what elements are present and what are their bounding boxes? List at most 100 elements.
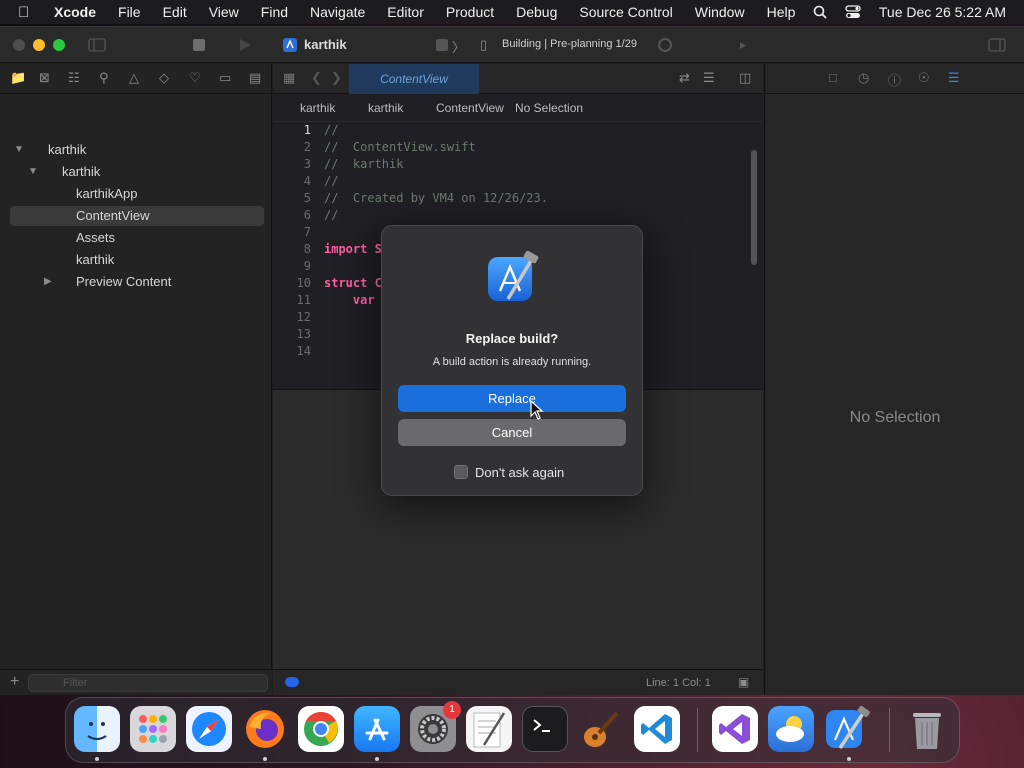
terminal-prompt-icon <box>533 719 550 732</box>
line-number: 5 <box>303 191 311 205</box>
chevron-down-icon[interactable]: ▼ <box>14 140 24 160</box>
apple-menu-icon[interactable]:  <box>18 4 36 21</box>
replace-build-dialog: Replace build? A build action is already… <box>381 225 643 496</box>
dock-textedit[interactable] <box>466 706 512 752</box>
menu-product[interactable]: Product <box>446 4 494 20</box>
breakpoint-icon[interactable]: ▭ <box>219 70 231 86</box>
dock-firefox[interactable] <box>242 706 288 752</box>
menu-app-name[interactable]: Xcode <box>54 4 96 20</box>
sidebar-toggle-icon[interactable] <box>88 38 106 52</box>
add-destination-icon[interactable]: ▸ <box>740 37 747 53</box>
jump-bar: karthik karthik ContentView No Selection <box>273 94 763 122</box>
grid-icon[interactable]: ▦ <box>283 70 295 86</box>
replace-button[interactable]: Replace <box>398 385 626 412</box>
dont-ask-again-row[interactable]: Don't ask again <box>454 464 564 480</box>
dock-safari[interactable] <box>186 706 232 752</box>
issue-icon[interactable]: △ <box>129 70 139 86</box>
forward-icon[interactable]: ❯ <box>331 70 342 86</box>
dock-chrome[interactable] <box>298 706 344 752</box>
find-icon[interactable]: ⚲ <box>99 70 109 86</box>
stop-icon[interactable] <box>193 39 205 51</box>
dock-vscode[interactable] <box>634 706 680 752</box>
scheme-icon <box>436 39 448 51</box>
dock-visual-studio[interactable] <box>712 706 758 752</box>
menu-debug[interactable]: Debug <box>516 4 557 20</box>
dock-trash[interactable] <box>904 706 950 752</box>
add-icon[interactable]: + <box>10 673 19 691</box>
line-number: 13 <box>296 327 311 341</box>
cancel-button[interactable]: Cancel <box>398 419 626 446</box>
editor-scrollbar[interactable] <box>751 150 757 265</box>
symbol-icon[interactable]: ☷ <box>68 70 80 86</box>
menu-source-control[interactable]: Source Control <box>579 4 672 20</box>
jumpbar-file[interactable]: ContentView <box>436 101 504 115</box>
test-icon[interactable]: ◇ <box>159 70 169 86</box>
file-inspector-icon[interactable]: □ <box>829 70 837 85</box>
debug-toggle-icon[interactable] <box>285 677 299 687</box>
inspector-toggle-icon[interactable] <box>988 38 1006 52</box>
line-number: 8 <box>303 242 311 256</box>
jumpbar-group[interactable]: karthik <box>368 101 403 115</box>
help-icon[interactable]: ⓘ <box>888 70 901 89</box>
tree-item-assets[interactable]: Assets <box>10 228 264 248</box>
project-name[interactable]: karthik <box>304 37 347 52</box>
control-center-icon[interactable] <box>845 5 861 19</box>
swap-icon[interactable]: ⇄ <box>679 70 690 86</box>
identity-icon[interactable]: ☉ <box>918 70 930 86</box>
dock-weather[interactable] <box>768 706 814 752</box>
dock-instruments[interactable] <box>578 706 624 752</box>
line-text: var <box>324 293 375 307</box>
line-text: // <box>324 123 339 137</box>
menu-editor[interactable]: Editor <box>387 4 424 20</box>
attributes-icon[interactable]: ☰ <box>948 70 960 86</box>
dock-app-store[interactable] <box>354 706 400 752</box>
spotlight-search-icon[interactable] <box>813 5 827 19</box>
dont-ask-again-checkbox[interactable] <box>454 465 468 479</box>
minimize-window-button[interactable] <box>33 39 45 51</box>
instruments-guitar-icon <box>584 711 619 747</box>
tree-item-project[interactable]: ▼ karthik <box>10 140 264 160</box>
navigator-filter-bar: + Filter <box>0 669 272 695</box>
dock-launchpad[interactable] <box>130 706 176 752</box>
tree-item-group[interactable]: ▼ karthik <box>10 162 264 182</box>
tab-contentview[interactable]: ContentView <box>349 64 479 94</box>
filter-input[interactable]: Filter <box>28 674 268 692</box>
menu-clock[interactable]: Tue Dec 26 5:22 AM <box>879 4 1006 20</box>
history-icon[interactable]: ◷ <box>858 70 869 86</box>
menu-window[interactable]: Window <box>695 4 745 20</box>
source-control-icon[interactable]: ⊠ <box>39 70 50 86</box>
menu-navigate[interactable]: Navigate <box>310 4 365 20</box>
destination-icon[interactable]: ▯ <box>480 37 487 53</box>
jumpbar-symbol[interactable]: No Selection <box>515 101 583 115</box>
finder-icon <box>87 722 107 740</box>
zoom-window-button[interactable] <box>53 39 65 51</box>
report-icon[interactable]: ▤ <box>249 70 261 86</box>
back-icon[interactable]: ❮ <box>311 70 322 86</box>
dock-separator-trash <box>889 708 890 752</box>
debug-icon[interactable]: ♡ <box>189 70 201 86</box>
folder-icon[interactable]: 📁 <box>10 70 26 86</box>
chevron-down-icon[interactable]: ▼ <box>28 162 38 182</box>
menu-help[interactable]: Help <box>767 4 796 20</box>
inspector-empty-label: No Selection <box>849 409 941 426</box>
tree-item-karthik-file[interactable]: karthik <box>10 250 264 270</box>
run-icon[interactable] <box>238 38 252 52</box>
dock-xcode[interactable] <box>824 706 870 752</box>
jumpbar-project[interactable]: karthik <box>300 101 335 115</box>
close-window-button[interactable] <box>13 39 25 51</box>
panel-toggle-icon[interactable]: ▣ <box>738 675 749 689</box>
editor-options-icon[interactable]: ☰ <box>703 70 715 86</box>
dock-terminal[interactable] <box>522 706 568 752</box>
split-editor-icon[interactable]: ◫ <box>739 70 751 86</box>
dock-finder[interactable] <box>74 706 120 752</box>
menu-view[interactable]: View <box>209 4 239 20</box>
menu-find[interactable]: Find <box>261 4 288 20</box>
activity-spinner-icon <box>658 38 672 52</box>
menu-file[interactable]: File <box>118 4 141 20</box>
tree-item-preview-content[interactable]: ▶ Preview Content <box>10 272 264 292</box>
tree-item-contentview[interactable]: ContentView <box>10 206 264 226</box>
menu-edit[interactable]: Edit <box>163 4 187 20</box>
dock-system-settings[interactable]: 1 <box>410 701 461 752</box>
chevron-right-icon[interactable]: ▶ <box>44 272 52 292</box>
tree-item-karthikapp[interactable]: karthikApp <box>10 184 264 204</box>
